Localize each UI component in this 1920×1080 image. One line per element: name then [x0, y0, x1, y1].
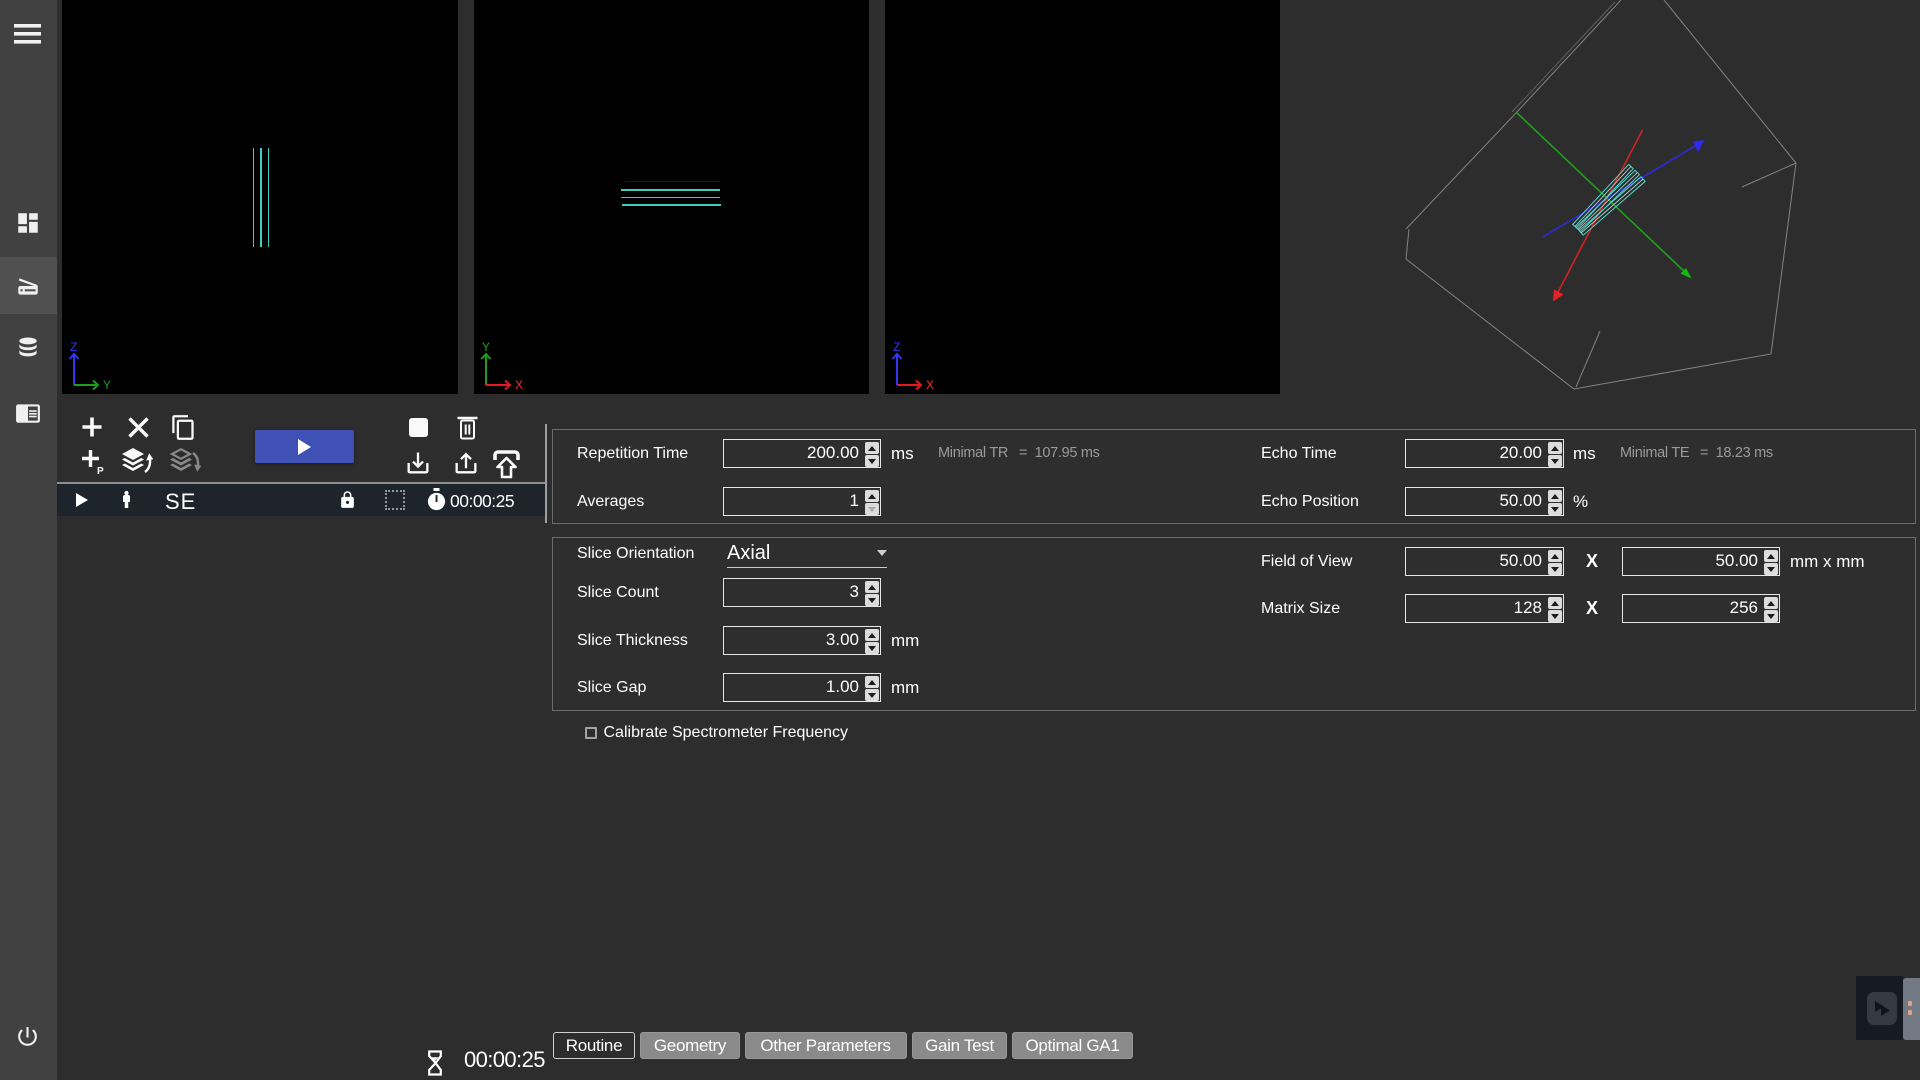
- svg-text:Y: Y: [482, 340, 490, 354]
- svg-text:P: P: [97, 466, 104, 476]
- svg-text:X: X: [515, 378, 523, 392]
- svg-text:X: X: [926, 378, 934, 392]
- svg-text:Z: Z: [893, 340, 900, 354]
- svg-text:Y: Y: [103, 378, 111, 392]
- svg-text:Z: Z: [70, 340, 77, 354]
